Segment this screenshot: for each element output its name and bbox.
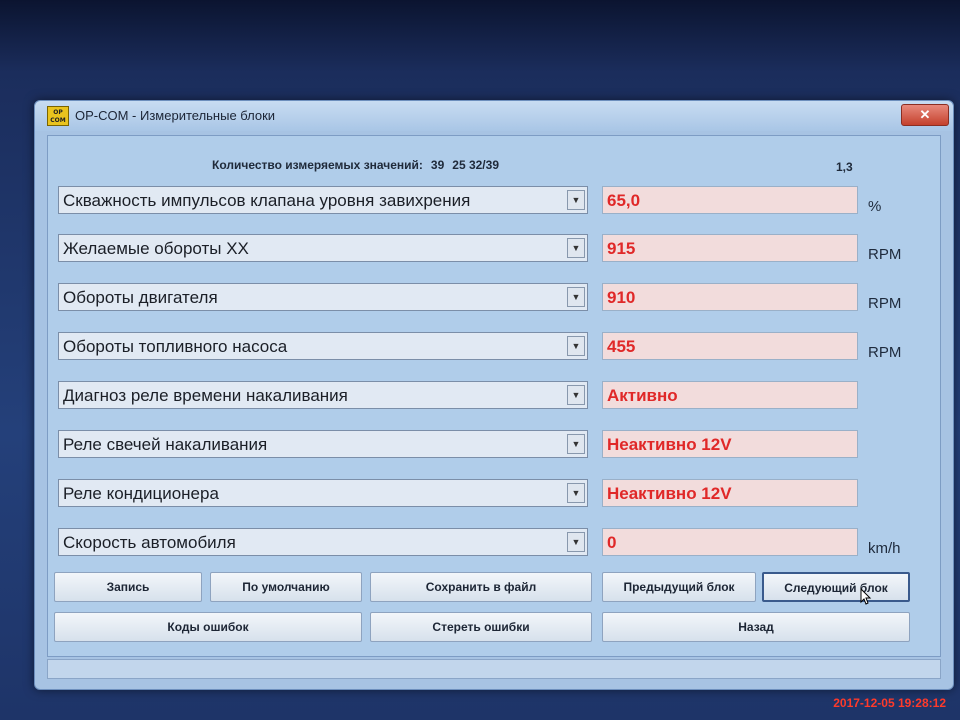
chevron-down-icon[interactable]: ▼ (567, 190, 585, 210)
error-codes-button[interactable]: Коды ошибок (54, 612, 362, 642)
measurement-panel: Количество измеряемых значений: 39 25 32/3… (47, 135, 941, 657)
value-text: 915 (607, 239, 636, 258)
count-value: 39 (430, 158, 445, 172)
op-com-window: OP COM OP-COM - Измерительные блоки ✕ Ко… (34, 100, 954, 690)
unit-label: km/h (868, 540, 901, 557)
parameter-label: Диагноз реле времени накаливания (63, 386, 348, 405)
value-text: 65,0 (607, 191, 641, 210)
parameter-select[interactable]: Диагноз реле времени накаливания ▼ (58, 381, 588, 409)
count-label: Количество измеряемых значений: (212, 158, 423, 172)
parameter-label: Скважность импульсов клапана уровня зави… (63, 191, 471, 210)
measurement-row: Обороты двигателя ▼ 910 RPM (58, 283, 934, 315)
value-field: 910 (602, 283, 858, 311)
measurement-row: Скорость автомобиля ▼ 0 km/h (58, 528, 934, 560)
value-field: Активно (602, 381, 858, 409)
chevron-down-icon[interactable]: ▼ (567, 336, 585, 356)
record-button[interactable]: Запись (54, 572, 202, 602)
parameter-select[interactable]: Скорость автомобиля ▼ (58, 528, 588, 556)
measurement-row: Желаемые обороты ХХ ▼ 915 RPM (58, 234, 934, 266)
measurement-row: Обороты топливного насоса ▼ 455 RPM (58, 332, 934, 364)
back-button[interactable]: Назад (602, 612, 910, 642)
unit-label: RPM (868, 295, 902, 312)
clear-errors-button[interactable]: Стереть ошибки (370, 612, 592, 642)
save-to-file-button[interactable]: Сохранить в файл (370, 572, 592, 602)
parameter-label: Реле свечей накаливания (63, 435, 268, 454)
unit-label: % (868, 198, 882, 215)
value-field: 65,0 (602, 186, 858, 214)
value-text: Активно (607, 386, 678, 405)
parameter-select[interactable]: Скважность импульсов клапана уровня зави… (58, 186, 588, 214)
range-indicator: 25 32/39 (452, 158, 499, 172)
chevron-down-icon[interactable]: ▼ (567, 287, 585, 307)
parameter-select[interactable]: Реле свечей накаливания ▼ (58, 430, 588, 458)
parameter-label: Обороты двигателя (63, 288, 218, 307)
value-text: 910 (607, 288, 636, 307)
default-button[interactable]: По умолчанию (210, 572, 362, 602)
photo-timestamp: 2017-12-05 19:28:12 (833, 696, 946, 710)
value-field: Неактивно 12V (602, 430, 858, 458)
status-bar (47, 659, 941, 679)
value-text: 455 (607, 337, 636, 356)
value-field: Неактивно 12V (602, 479, 858, 507)
parameter-label: Реле кондиционера (63, 484, 219, 503)
chevron-down-icon[interactable]: ▼ (567, 238, 585, 258)
chevron-down-icon[interactable]: ▼ (567, 532, 585, 552)
parameter-label: Обороты топливного насоса (63, 337, 288, 356)
parameter-select[interactable]: Обороты топливного насоса ▼ (58, 332, 588, 360)
parameter-label: Скорость автомобиля (63, 533, 236, 552)
parameter-select[interactable]: Обороты двигателя ▼ (58, 283, 588, 311)
measurement-row: Реле свечей накаливания ▼ Неактивно 12V (58, 430, 934, 462)
chevron-down-icon[interactable]: ▼ (567, 434, 585, 454)
measurement-row: Диагноз реле времени накаливания ▼ Актив… (58, 381, 934, 413)
value-text: 0 (607, 533, 617, 552)
previous-block-button[interactable]: Предыдущий блок (602, 572, 756, 602)
value-text: Неактивно 12V (607, 484, 732, 503)
title-bar: OP COM OP-COM - Измерительные блоки ✕ (35, 101, 953, 131)
chevron-down-icon[interactable]: ▼ (567, 483, 585, 503)
mouse-pointer-icon (860, 588, 872, 605)
next-block-button[interactable]: Следующий блок (762, 572, 910, 602)
value-field: 915 (602, 234, 858, 262)
op-com-app-icon: OP COM (47, 106, 69, 126)
parameter-label: Желаемые обороты ХХ (63, 239, 249, 258)
unit-label: RPM (868, 344, 902, 361)
parameter-select[interactable]: Реле кондиционера ▼ (58, 479, 588, 507)
unit-label: RPM (868, 246, 902, 263)
close-button[interactable]: ✕ (901, 104, 949, 126)
measurement-row: Скважность импульсов клапана уровня зави… (58, 186, 934, 218)
parameter-select[interactable]: Желаемые обороты ХХ ▼ (58, 234, 588, 262)
measurement-row: Реле кондиционера ▼ Неактивно 12V (58, 479, 934, 511)
chevron-down-icon[interactable]: ▼ (567, 385, 585, 405)
window-title: OP-COM - Измерительные блоки (75, 108, 276, 123)
value-field: 0 (602, 528, 858, 556)
value-field: 455 (602, 332, 858, 360)
value-text: Неактивно 12V (607, 435, 732, 454)
measured-count: Количество измеряемых значений: 39 25 32/3… (212, 158, 507, 172)
page-indicator: 1,3 (836, 160, 853, 174)
